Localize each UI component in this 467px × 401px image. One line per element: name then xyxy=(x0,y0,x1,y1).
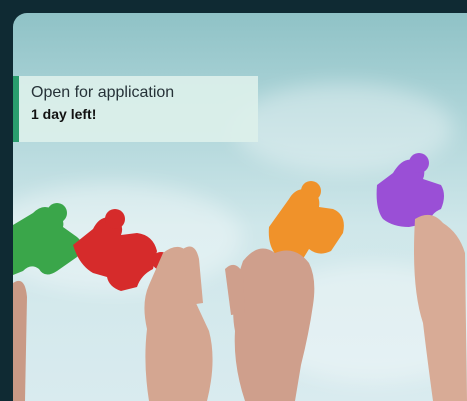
purple-puzzle-piece-icon xyxy=(376,153,444,227)
application-status-label: Open for application xyxy=(31,84,175,101)
hand-center-left-icon xyxy=(144,246,213,401)
hands-holding-puzzle-pieces-photo xyxy=(13,153,467,401)
program-card[interactable]: Open for application 1 day left! xyxy=(13,13,467,401)
hand-center-right-icon xyxy=(225,248,315,401)
hand-right-icon xyxy=(414,214,467,401)
hand-left-icon xyxy=(13,280,27,401)
application-status-badge: Open for application 1 day left! xyxy=(13,76,258,142)
green-puzzle-piece-icon xyxy=(13,203,82,275)
deadline-countdown: 1 day left! xyxy=(31,106,97,122)
